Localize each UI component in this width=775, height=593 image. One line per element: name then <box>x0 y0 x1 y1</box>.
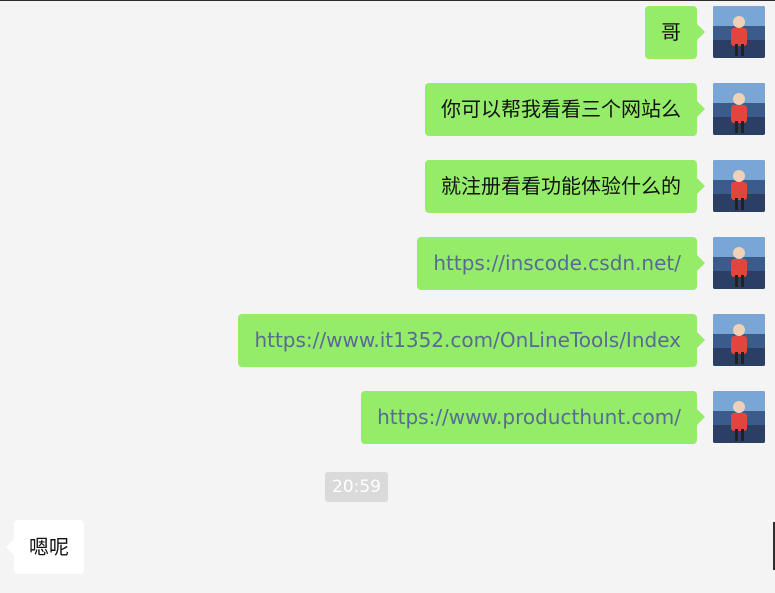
outgoing-link-bubble[interactable]: https://www.it1352.com/OnLineTools/Index <box>238 314 705 367</box>
message-text: 哥 <box>661 20 681 44</box>
avatar[interactable] <box>713 391 765 443</box>
outgoing-message-bubble[interactable]: 哥 <box>645 6 705 59</box>
message-text: 就注册看看功能体验什么的 <box>441 174 681 198</box>
outgoing-message-bubble[interactable]: 就注册看看功能体验什么的 <box>425 160 705 213</box>
message-row: https://inscode.csdn.net/ <box>417 237 765 290</box>
message-text: 嗯呢 <box>29 535 69 559</box>
avatar[interactable] <box>713 237 765 289</box>
avatar[interactable] <box>713 6 765 58</box>
chat-message-list[interactable]: 哥 你可以帮我看看三个网站么 就注册看看功能体验什么的 https://insc… <box>0 0 775 593</box>
message-text: 你可以帮我看看三个网站么 <box>441 97 681 121</box>
outgoing-message-bubble[interactable]: 你可以帮我看看三个网站么 <box>425 83 705 136</box>
message-link[interactable]: https://www.producthunt.com/ <box>377 405 681 429</box>
avatar[interactable] <box>713 83 765 135</box>
message-link[interactable]: https://www.it1352.com/OnLineTools/Index <box>254 328 681 352</box>
avatar[interactable] <box>713 314 765 366</box>
avatar-photo-icon <box>713 83 765 135</box>
message-row: 你可以帮我看看三个网站么 <box>425 83 765 136</box>
avatar-photo-icon <box>713 160 765 212</box>
message-row: https://www.producthunt.com/ <box>361 391 765 444</box>
message-row: 哥 <box>645 6 765 59</box>
message-row: https://www.it1352.com/OnLineTools/Index <box>238 314 765 367</box>
outgoing-link-bubble[interactable]: https://inscode.csdn.net/ <box>417 237 705 290</box>
message-row: 就注册看看功能体验什么的 <box>425 160 765 213</box>
incoming-message-row: 嗯呢 <box>6 520 84 574</box>
outgoing-link-bubble[interactable]: https://www.producthunt.com/ <box>361 391 705 444</box>
avatar-photo-icon <box>713 314 765 366</box>
incoming-message-bubble[interactable]: 嗯呢 <box>6 520 84 574</box>
avatar-photo-icon <box>713 237 765 289</box>
avatar[interactable] <box>713 160 765 212</box>
avatar-photo-icon <box>713 6 765 58</box>
timestamp-badge: 20:59 <box>325 472 388 502</box>
message-link[interactable]: https://inscode.csdn.net/ <box>433 251 681 275</box>
avatar-photo-icon <box>713 391 765 443</box>
